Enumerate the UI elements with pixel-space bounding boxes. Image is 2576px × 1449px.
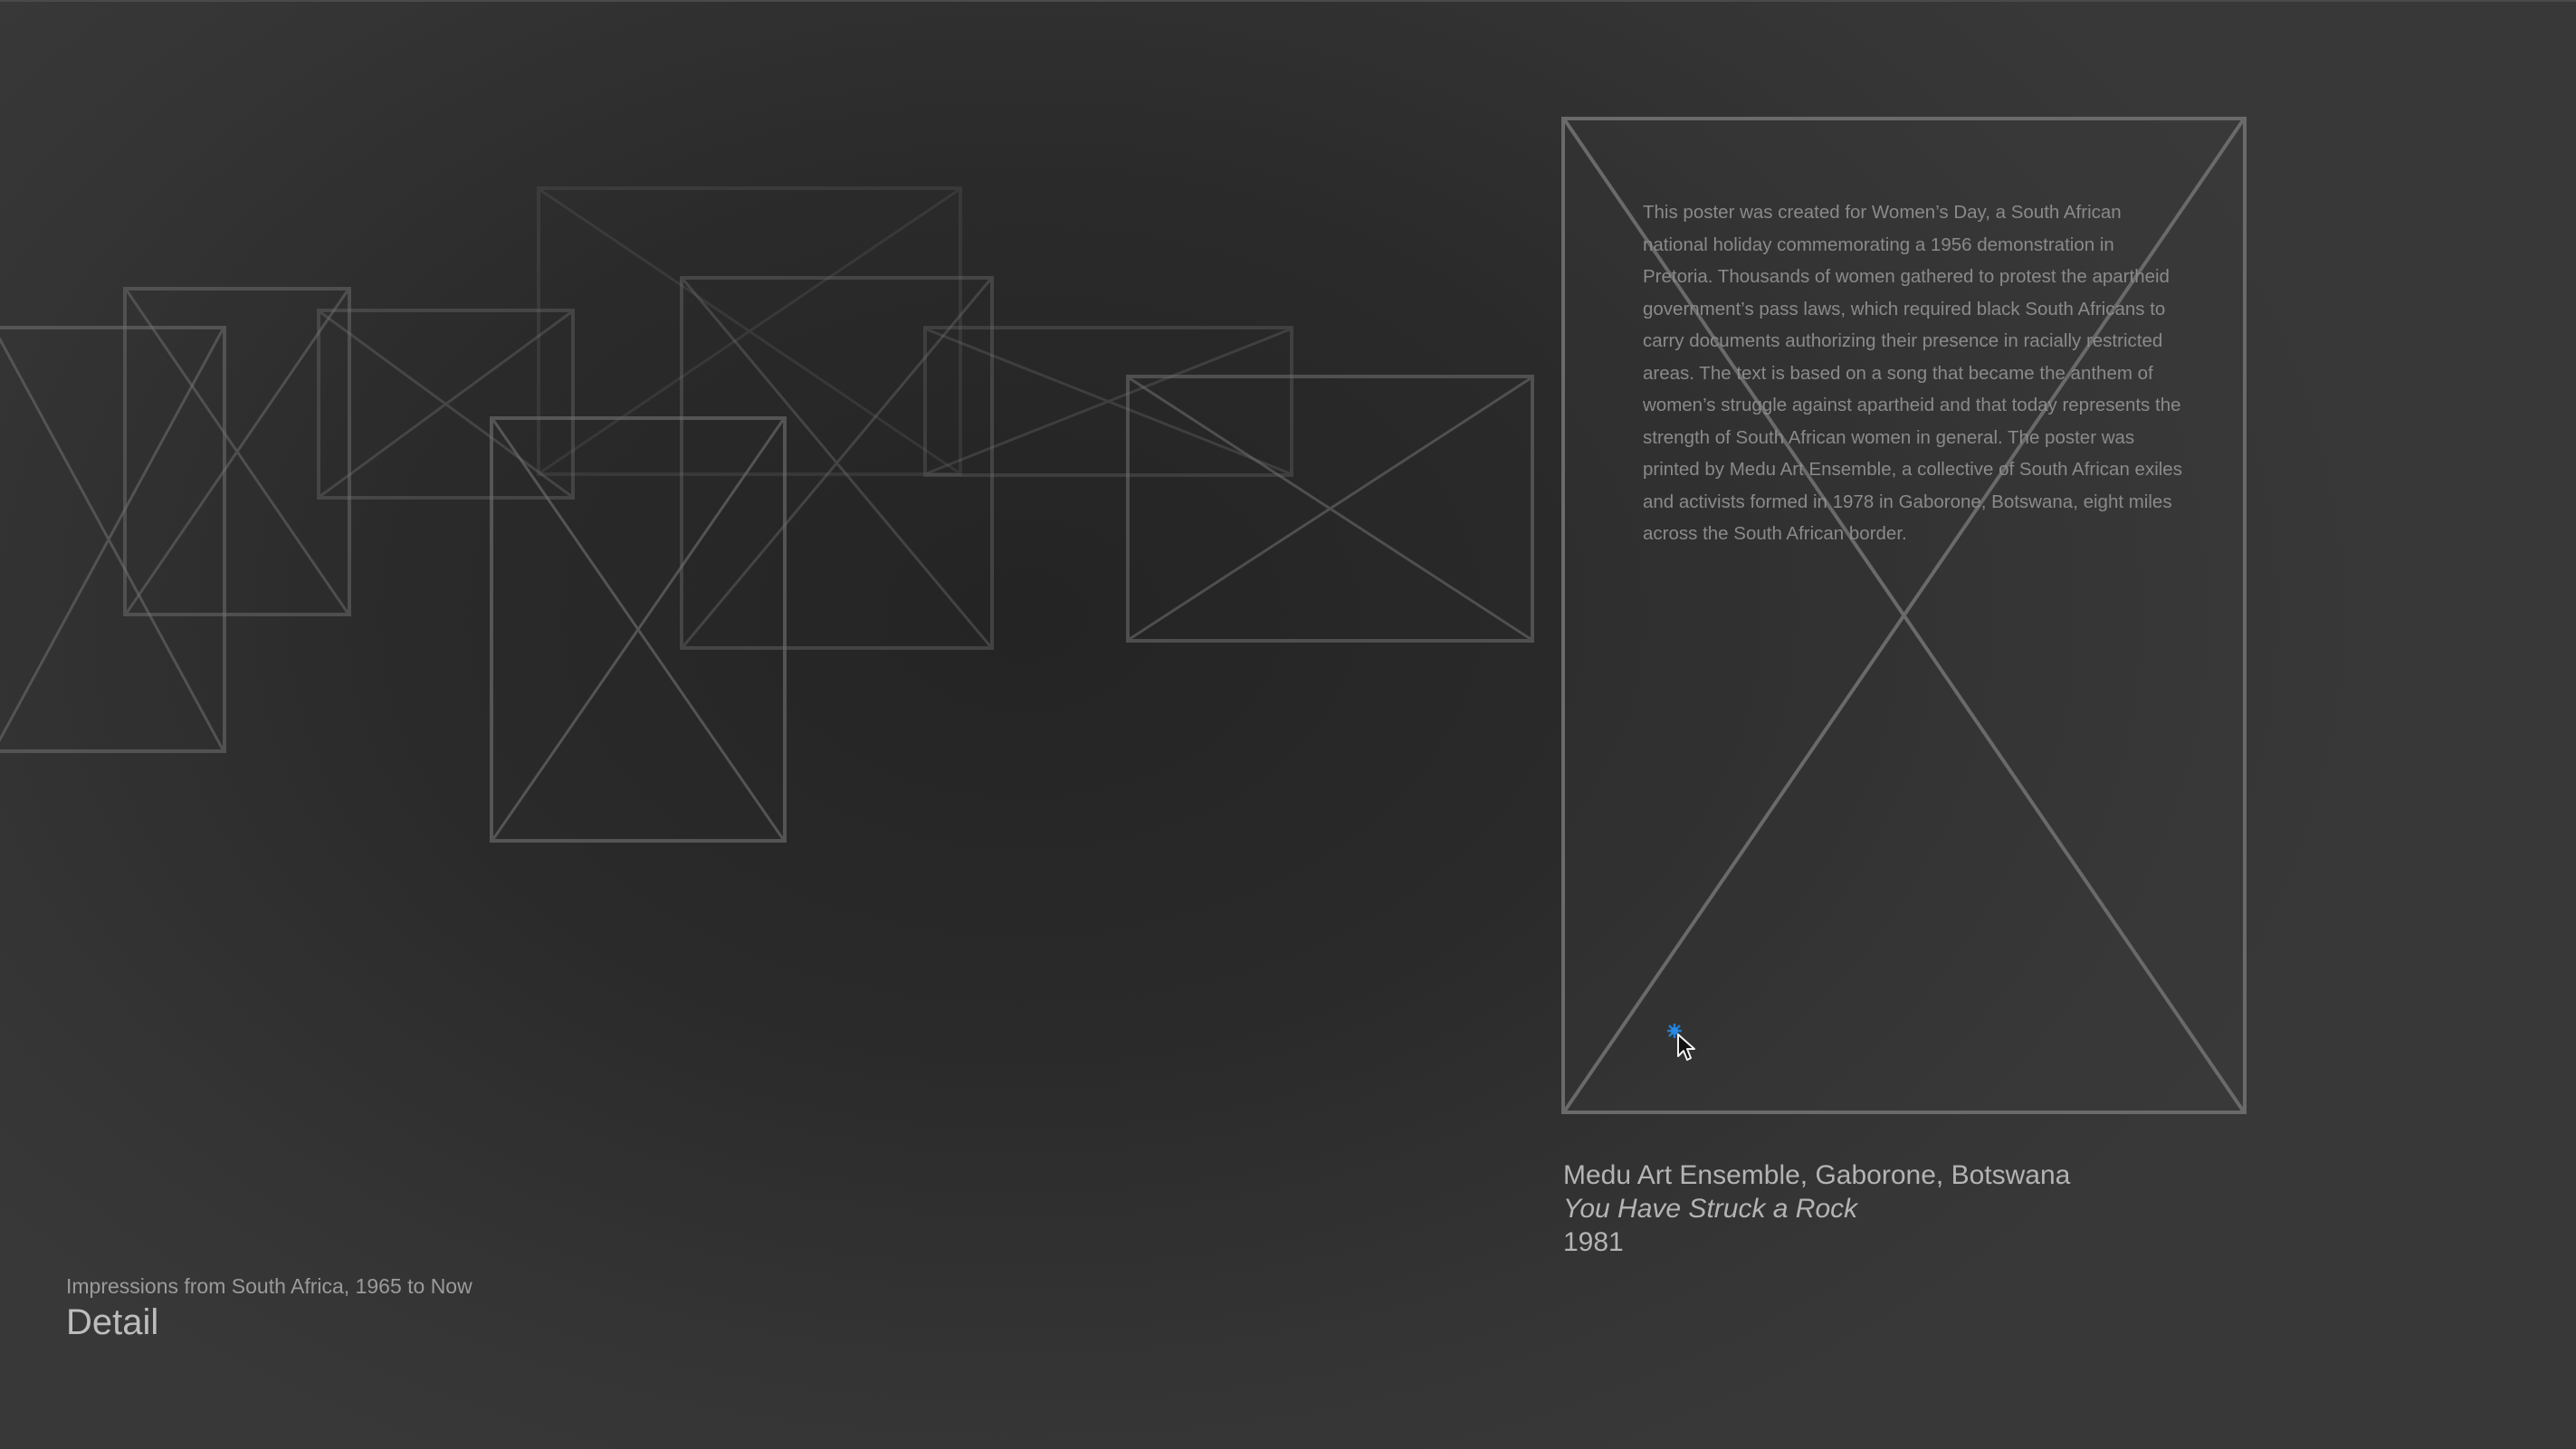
poster-description: This poster was created for Women’s Day,… xyxy=(1643,202,2182,544)
arrow-pointer-icon xyxy=(1667,1024,1695,1061)
poster-artist: Medu Art Ensemble, Gaborone, Botswana xyxy=(1563,1160,2071,1190)
view-heading: Detail xyxy=(66,1302,159,1342)
poster-image-placeholder[interactable]: This poster was created for Women’s Day,… xyxy=(1561,117,2247,1114)
placeholder-cross-icon xyxy=(493,420,783,839)
placeholder-cross-icon xyxy=(1130,378,1531,639)
collage-thumbnail[interactable] xyxy=(490,416,787,843)
top-border xyxy=(0,0,2576,2)
exhibition-title: Impressions from South Africa, 1965 to N… xyxy=(66,1274,472,1298)
poster-credits: Medu Art Ensemble, Gaborone, Botswana Yo… xyxy=(1563,1158,2070,1259)
poster-year: 1981 xyxy=(1563,1227,1624,1257)
collage-thumbnail[interactable] xyxy=(1126,375,1534,643)
placeholder-cross-icon xyxy=(127,291,348,613)
exhibition-footer: Impressions from South Africa, 1965 to N… xyxy=(66,1274,472,1343)
poster-title: You Have Struck a Rock xyxy=(1563,1194,1858,1224)
